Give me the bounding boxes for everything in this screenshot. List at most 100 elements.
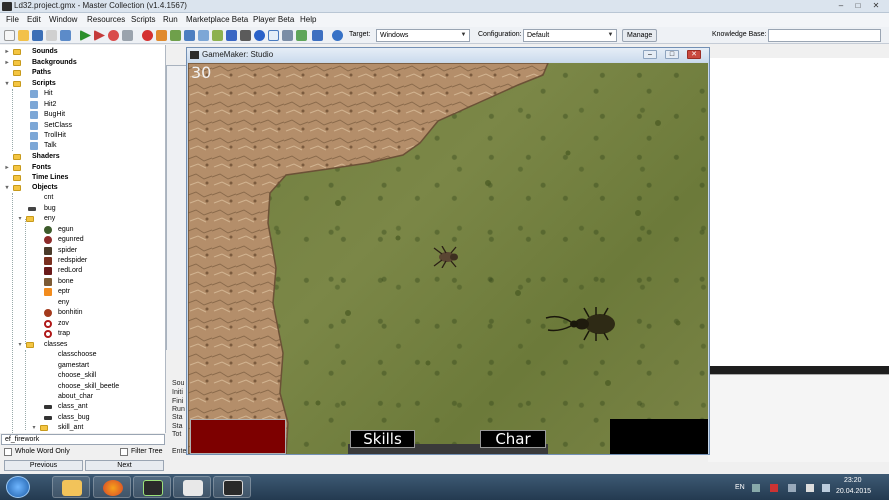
tree-item-object[interactable]: zov <box>44 319 164 329</box>
open-project-icon[interactable] <box>18 30 29 41</box>
start-orb-icon[interactable] <box>6 476 30 498</box>
tree-item-object[interactable]: trap <box>44 329 164 339</box>
room-icon[interactable] <box>268 30 279 41</box>
next-button[interactable]: Next <box>85 460 164 471</box>
shader-icon[interactable] <box>212 30 223 41</box>
filter-tree-checkbox[interactable] <box>120 448 128 456</box>
help-icon[interactable] <box>332 30 343 41</box>
tree-item-object[interactable]: bonhitin <box>44 308 164 318</box>
skills-button[interactable]: Skills <box>350 430 415 448</box>
collapse-icon[interactable]: ▾ <box>3 80 11 88</box>
stop-icon[interactable] <box>108 30 119 41</box>
maximize-button[interactable]: □ <box>852 1 864 11</box>
background-icon[interactable] <box>170 30 181 41</box>
script-icon[interactable] <box>198 30 209 41</box>
collapse-icon[interactable]: ▾ <box>30 424 38 432</box>
global-settings-icon[interactable] <box>296 30 307 41</box>
expand-icon[interactable]: ▸ <box>3 48 11 56</box>
tree-item-object[interactable]: spider <box>44 246 164 256</box>
knowledge-base-input[interactable] <box>768 29 881 42</box>
tray-alert-icon[interactable] <box>770 484 778 492</box>
tree-item-script[interactable]: TrollHit <box>30 131 160 141</box>
extension-icon[interactable] <box>312 30 323 41</box>
menu-edit[interactable]: Edit <box>27 15 41 24</box>
collapse-icon[interactable]: ▾ <box>16 215 24 223</box>
battery-icon[interactable] <box>822 484 830 492</box>
tree-item-object[interactable]: class_ant <box>44 402 164 412</box>
previous-button[interactable]: Previous <box>4 460 83 471</box>
object-editor-window[interactable] <box>166 65 188 365</box>
collapse-icon[interactable]: ▾ <box>3 184 11 192</box>
expand-icon[interactable]: ▸ <box>3 59 11 67</box>
tree-item-script[interactable]: Hit <box>30 89 160 99</box>
menu-window[interactable]: Window <box>49 15 77 24</box>
menu-file[interactable]: File <box>6 15 19 24</box>
game-canvas[interactable]: 30 Skills Char <box>188 63 708 454</box>
tree-folder-skill-ant[interactable]: ▾ skill_ant <box>30 423 160 433</box>
tree-item-object[interactable]: choose_skill_beetle <box>44 382 164 392</box>
run-icon[interactable] <box>80 30 91 41</box>
tree-item-object[interactable]: about_char <box>44 392 164 402</box>
volume-icon[interactable] <box>806 484 814 492</box>
tree-item-object[interactable]: redspider <box>44 256 164 266</box>
sound-icon[interactable] <box>156 30 167 41</box>
tree-item-object[interactable]: cnt <box>26 193 156 203</box>
menu-marketplace[interactable]: Marketplace Beta <box>186 15 248 24</box>
tree-item-object[interactable]: egunred <box>44 235 164 245</box>
tree-item-script[interactable]: Talk <box>30 141 160 151</box>
network-icon[interactable] <box>788 484 796 492</box>
font-icon[interactable] <box>226 30 237 41</box>
menu-help[interactable]: Help <box>300 15 316 24</box>
minimize-button[interactable]: – <box>835 1 847 11</box>
game-maximize-button[interactable]: □ <box>665 50 679 59</box>
target-select[interactable]: Windows ▼ <box>376 29 470 42</box>
manage-button[interactable]: Manage <box>622 29 658 42</box>
path-icon[interactable] <box>184 30 195 41</box>
tree-item-object[interactable]: egun <box>44 225 164 235</box>
tree-item-script[interactable]: Hit2 <box>30 100 160 110</box>
clean-icon[interactable] <box>122 30 133 41</box>
taskbar-gamemaker-runner[interactable] <box>213 476 251 498</box>
taskbar-file-explorer[interactable] <box>52 476 90 498</box>
tree-folder-classes[interactable]: ▾ classes <box>16 340 156 350</box>
language-indicator[interactable]: EN <box>735 484 745 491</box>
tree-item-object[interactable]: class_bug <box>44 413 164 423</box>
menu-player[interactable]: Player Beta <box>253 15 294 24</box>
game-close-button[interactable]: ✕ <box>687 50 701 59</box>
tree-item-object[interactable]: eptr <box>44 287 164 297</box>
search-input[interactable]: ef_firework <box>1 434 165 445</box>
tree-item-object[interactable]: classchoose <box>44 350 164 360</box>
tree-item-object[interactable]: redLord <box>44 266 164 276</box>
menu-scripts[interactable]: Scripts <box>131 15 155 24</box>
clock-date[interactable]: 20.04.2015 <box>836 488 871 495</box>
object-icon[interactable] <box>254 30 265 41</box>
tree-item-script[interactable]: SetClass <box>30 121 160 131</box>
timeline-icon[interactable] <box>240 30 251 41</box>
tray-expand-icon[interactable] <box>752 484 760 492</box>
clock-time[interactable]: 23:20 <box>844 477 862 484</box>
taskbar-firefox[interactable] <box>93 476 131 498</box>
taskbar-gamemaker-studio[interactable] <box>133 476 171 498</box>
new-project-icon[interactable] <box>4 30 15 41</box>
taskbar-xm-play[interactable] <box>173 476 211 498</box>
game-runner-window[interactable]: GameMaker: Studio – □ ✕ 30 Skills Char <box>186 47 710 455</box>
create-executable-icon[interactable] <box>60 30 71 41</box>
char-button[interactable]: Char <box>480 430 546 448</box>
debug-icon[interactable] <box>94 30 105 41</box>
tree-item-object[interactable]: eny <box>44 298 164 308</box>
expand-icon[interactable]: ▸ <box>3 164 11 172</box>
sprite-icon[interactable] <box>142 30 153 41</box>
whole-word-checkbox[interactable] <box>4 448 12 456</box>
menu-run[interactable]: Run <box>163 15 178 24</box>
menu-resources[interactable]: Resources <box>87 15 125 24</box>
tree-folder-eny[interactable]: ▾ eny <box>16 214 156 224</box>
save-icon[interactable] <box>32 30 43 41</box>
tree-item-object[interactable]: gamestart <box>44 361 164 371</box>
tree-item-script[interactable]: BugHit <box>30 110 160 120</box>
game-info-icon[interactable] <box>282 30 293 41</box>
collapse-icon[interactable]: ▾ <box>16 341 24 349</box>
tree-item-object[interactable]: bug <box>26 204 156 214</box>
close-button[interactable]: ✕ <box>870 1 882 11</box>
tree-item-object[interactable]: bone <box>44 277 164 287</box>
configuration-select[interactable]: Default ▼ <box>523 29 617 42</box>
